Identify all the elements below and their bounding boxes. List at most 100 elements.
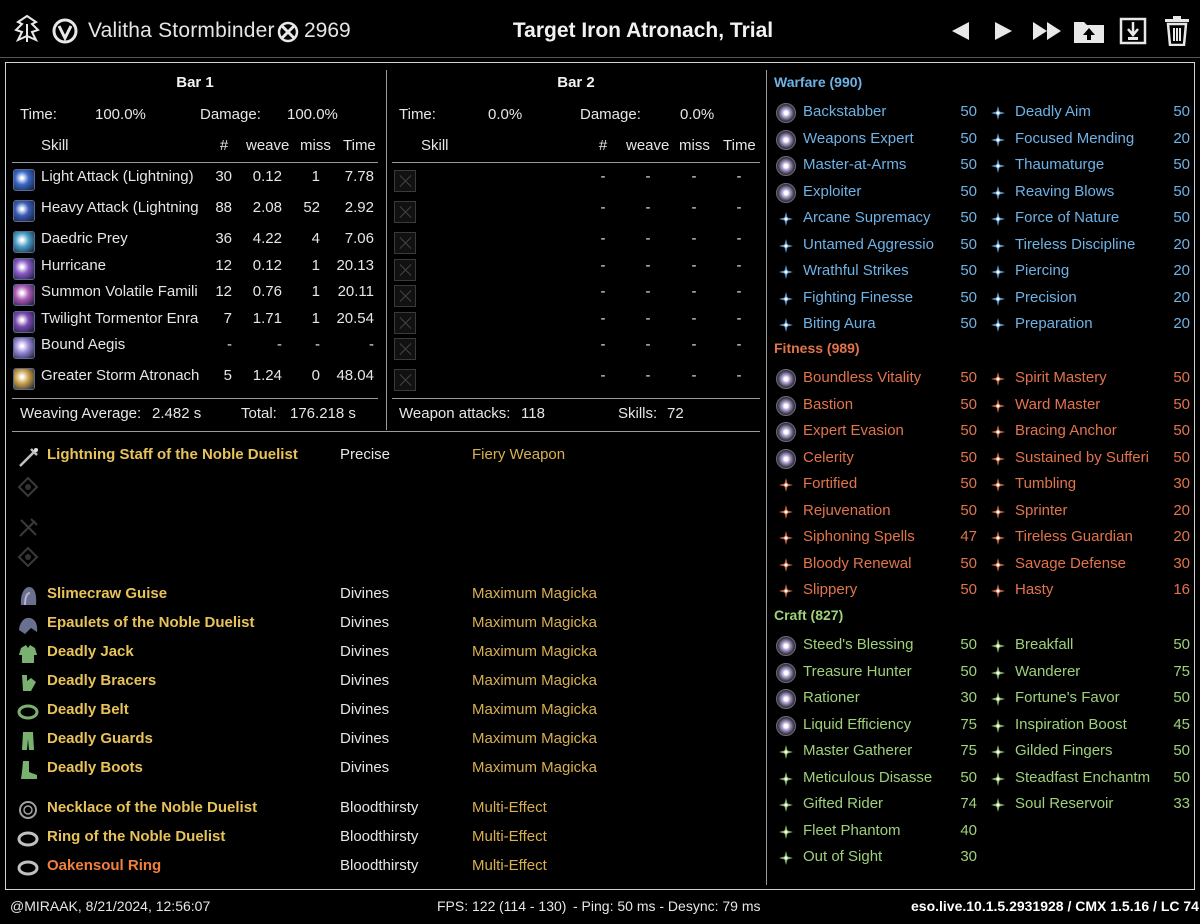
cp-star-name[interactable]: Spirit Mastery — [1015, 369, 1107, 386]
cp-star-name[interactable]: Wrathful Strikes — [803, 262, 909, 279]
cp-star-name[interactable]: Preparation — [1015, 315, 1093, 332]
empty-skill-slot-icon[interactable] — [394, 312, 416, 334]
skill-weave: - — [645, 283, 651, 300]
gear-item-name[interactable]: Deadly Jack — [47, 643, 134, 660]
cp-star-name[interactable]: Tireless Guardian — [1015, 528, 1133, 545]
cp-star-name[interactable]: Ward Master — [1015, 396, 1100, 413]
cp-star-name[interactable]: Biting Aura — [803, 315, 876, 332]
author-timestamp: @MIRAAK, 8/21/2024, 12:56:07 — [10, 898, 211, 914]
cp-star-name[interactable]: Soul Reservoir — [1015, 795, 1113, 812]
cp-star-name[interactable]: Liquid Efficiency — [803, 716, 911, 733]
cp-star-name[interactable]: Meticulous Disasse — [803, 769, 932, 786]
cp-star-name[interactable]: Weapons Expert — [803, 130, 914, 147]
empty-skill-slot-icon[interactable] — [394, 285, 416, 307]
skill-name: Greater Storm Atronach — [41, 367, 200, 384]
cp-star-name[interactable]: Celerity — [803, 449, 854, 466]
cp-star-name[interactable]: Tireless Discipline — [1015, 236, 1135, 253]
cp-star-name[interactable]: Fortune's Favor — [1015, 689, 1120, 706]
cp-star-name[interactable]: Bastion — [803, 396, 853, 413]
delete-button[interactable] — [1160, 14, 1194, 48]
cp-star-name[interactable]: Siphoning Spells — [803, 528, 915, 545]
gear-item-name[interactable]: Deadly Boots — [47, 759, 143, 776]
cp-star-name[interactable]: Tumbling — [1015, 475, 1076, 492]
skill-time: - — [736, 230, 742, 247]
star-icon — [991, 745, 1005, 759]
cp-star-name[interactable]: Exploiter — [803, 183, 861, 200]
fps-range: (114 - 130) — [499, 898, 567, 914]
cp-star-name[interactable]: Master-at-Arms — [803, 156, 906, 173]
cp-star-name[interactable]: Treasure Hunter — [803, 663, 912, 680]
cp-star-name[interactable]: Bloody Renewal — [803, 555, 911, 572]
empty-skill-slot-icon[interactable] — [394, 201, 416, 223]
cp-star-name[interactable]: Reaving Blows — [1015, 183, 1114, 200]
star-icon — [779, 238, 793, 253]
empty-skill-slot-icon[interactable] — [394, 338, 416, 360]
cp-star-name[interactable]: Steadfast Enchantm — [1015, 769, 1150, 786]
cp-star-name[interactable]: Deadly Aim — [1015, 103, 1091, 120]
empty-skill-slot-icon[interactable] — [394, 170, 416, 192]
cp-star-name[interactable]: Out of Sight — [803, 848, 882, 865]
cp-star-name[interactable]: Bracing Anchor — [1015, 422, 1117, 439]
skill-name: Heavy Attack (Lightning — [41, 199, 199, 216]
cp-star-name[interactable]: Rationer — [803, 689, 860, 706]
cp-star-name[interactable]: Rejuvenation — [803, 502, 891, 519]
cp-star-name[interactable]: Savage Defense — [1015, 555, 1126, 572]
cp-star-points: 50 — [960, 369, 977, 386]
empty-skill-slot-icon[interactable] — [394, 369, 416, 391]
cp-star-name[interactable]: Untamed Aggressio — [803, 236, 934, 253]
gear-item-name[interactable]: Oakensoul Ring — [47, 857, 161, 874]
empty-skill-slot-icon[interactable] — [394, 232, 416, 254]
cp-star-name[interactable]: Precision — [1015, 289, 1077, 306]
cp-star-name[interactable]: Fortified — [803, 475, 857, 492]
cp-star-name[interactable]: Backstabber — [803, 103, 886, 120]
cp-star-name[interactable]: Piercing — [1015, 262, 1069, 279]
fast-forward-button[interactable] — [1030, 14, 1064, 48]
cp-star-name[interactable]: Inspiration Boost — [1015, 716, 1127, 733]
gear-item-name[interactable]: Deadly Bracers — [47, 672, 156, 689]
bar1-time-value: 100.0% — [95, 106, 146, 123]
cp-star-name[interactable]: Boundless Vitality — [803, 369, 921, 386]
cp-star-name[interactable]: Fighting Finesse — [803, 289, 913, 306]
slotted-star-icon — [776, 103, 796, 123]
cp-star-name[interactable]: Force of Nature — [1015, 209, 1119, 226]
cp-star-name[interactable]: Breakfall — [1015, 636, 1073, 653]
cp-star-name[interactable]: Gifted Rider — [803, 795, 883, 812]
upload-button[interactable] — [1072, 14, 1106, 48]
gear-item-name[interactable]: Deadly Belt — [47, 701, 129, 718]
cp-star-name[interactable]: Expert Evasion — [803, 422, 904, 439]
slotted-star-icon — [776, 129, 796, 150]
cp-star-name[interactable]: Focused Mending — [1015, 130, 1134, 147]
cp-star-name[interactable]: Sprinter — [1015, 502, 1068, 519]
skill-time: - — [736, 283, 742, 300]
gear-item-name[interactable]: Epaulets of the Noble Duelist — [47, 614, 255, 631]
cp-star-points: 50 — [960, 448, 977, 466]
cp-star-name[interactable]: Master Gatherer — [803, 742, 912, 759]
gear-item-name[interactable]: Ring of the Noble Duelist — [47, 828, 225, 845]
bar1-col-miss: miss — [300, 137, 331, 154]
cp-star-name[interactable]: Sustained by Sufferi — [1015, 449, 1149, 466]
cp-star-name[interactable]: Steed's Blessing — [803, 636, 913, 653]
next-button[interactable] — [986, 14, 1020, 48]
skill-time: - — [369, 336, 374, 353]
save-icon — [1119, 17, 1147, 45]
skill-weave: 4.22 — [252, 230, 282, 247]
previous-button[interactable] — [944, 14, 978, 48]
empty-skill-slot-icon[interactable] — [394, 259, 416, 281]
cp-star-name[interactable]: Arcane Supremacy — [803, 209, 931, 226]
gear-item-name[interactable]: Deadly Guards — [47, 730, 153, 747]
folder-upload-icon — [1074, 22, 1104, 43]
cp-star-points: 30 — [960, 689, 977, 706]
cp-star-name[interactable]: Slippery — [803, 581, 857, 598]
skill-name: Twilight Tormentor Enra — [41, 310, 199, 327]
cp-star-name[interactable]: Thaumaturge — [1015, 156, 1104, 173]
cp-star-name[interactable]: Wanderer — [1015, 663, 1080, 680]
chest-icon — [17, 643, 39, 665]
save-button[interactable] — [1116, 14, 1150, 48]
skill-count: - — [600, 257, 606, 274]
cp-star-name[interactable]: Fleet Phantom — [803, 822, 901, 839]
gear-item-name[interactable]: Necklace of the Noble Duelist — [47, 799, 257, 816]
cp-star-name[interactable]: Hasty — [1015, 581, 1053, 598]
gear-item-name[interactable]: Slimecraw Guise — [47, 585, 167, 602]
cp-star-name[interactable]: Gilded Fingers — [1015, 742, 1113, 759]
gear-item-name[interactable]: Lightning Staff of the Noble Duelist — [47, 446, 298, 463]
